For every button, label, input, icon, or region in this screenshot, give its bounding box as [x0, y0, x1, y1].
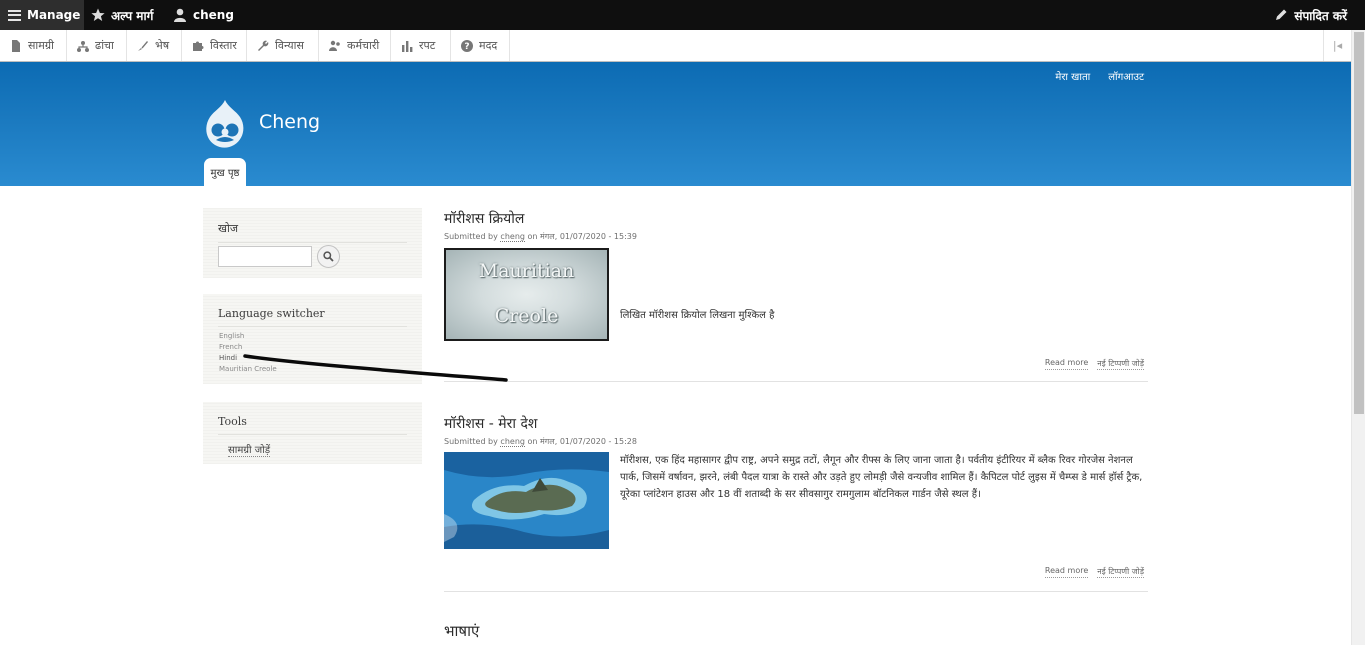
tray-label: मदद [479, 39, 498, 52]
image-text-line-2: Creole [494, 305, 559, 327]
tray-orientation-toggle[interactable]: |◂ [1323, 30, 1351, 61]
article-title[interactable]: मॉरीशस क्रियोल [444, 209, 1148, 228]
user-icon [174, 8, 186, 22]
article-body: लिखित मॉरीशस क्रियोल लिखना मुश्किल है [620, 310, 775, 321]
divider [444, 381, 1148, 382]
image-text-line-1: Mauritian [478, 260, 575, 282]
island-photo [444, 452, 609, 549]
tray-item-structure[interactable]: ढांचा [67, 30, 127, 61]
submitted-label: Submitted by [444, 232, 498, 241]
search-button[interactable] [317, 245, 340, 268]
add-comment-link[interactable]: नई टिप्पणी जोड़ें [1097, 566, 1144, 578]
tray-item-reports[interactable]: रपट [391, 30, 451, 61]
shortcuts-tab[interactable]: अल्प मार्ग [91, 0, 153, 30]
add-content-link[interactable]: सामग्री जोड़ें [228, 442, 271, 457]
article-image[interactable] [444, 452, 609, 549]
star-icon [91, 8, 105, 21]
tools-block-title: Tools [218, 402, 407, 435]
tray-item-appearance[interactable]: भेष [127, 30, 182, 61]
search-input[interactable] [218, 246, 312, 267]
tray-item-people[interactable]: कर्मचारी [319, 30, 391, 61]
language-link-mauritian-creole[interactable]: Mauritian Creole [219, 364, 277, 375]
collapse-icon: |◂ [1332, 39, 1343, 52]
tray-item-extend[interactable]: विस्तार [182, 30, 247, 61]
read-more-link[interactable]: Read more [1044, 566, 1089, 578]
user-label: cheng [193, 8, 234, 22]
article-image[interactable]: Mauritian Creole [444, 248, 609, 341]
search-icon [323, 251, 334, 262]
page-scrollbar[interactable] [1351, 30, 1365, 645]
bar-chart-icon [402, 40, 413, 52]
add-comment-link[interactable]: नई टिप्पणी जोड़ें [1097, 358, 1144, 370]
tray-label: विस्तार [210, 39, 237, 52]
manage-tab[interactable]: Manage [0, 0, 84, 30]
my-account-link[interactable]: मेरा खाता [1055, 69, 1090, 83]
language-link-french[interactable]: French [219, 342, 277, 353]
site-name[interactable]: Cheng [259, 111, 320, 133]
tray-label: भेष [155, 39, 170, 52]
tray-label: विन्यास [275, 39, 304, 52]
article-links: Read more नई टिप्पणी जोड़ें [1044, 566, 1144, 578]
tray-item-help[interactable]: ? मदद [451, 30, 510, 61]
language-link-english[interactable]: English [219, 331, 277, 342]
wrench-icon [258, 40, 269, 51]
article-title[interactable]: मॉरीशस - मेरा देश [444, 414, 1148, 433]
help-icon: ? [461, 39, 473, 52]
site-header: मेरा खाता लॉगआउट Cheng मुख पृष्ठ [0, 62, 1351, 186]
edit-toggle[interactable]: संपादित करें [1274, 0, 1347, 30]
submitted-label: Submitted by [444, 437, 498, 446]
user-tab[interactable]: cheng [173, 0, 234, 30]
secondary-menu: मेरा खाता लॉगआउट [1055, 69, 1144, 83]
article-date: on मंगल, 01/07/2020 - 15:39 [527, 232, 637, 241]
article-body: मॉरीशस, एक हिंद महासागर द्वीप राष्ट्र, अ… [620, 455, 1143, 500]
read-more-link[interactable]: Read more [1044, 358, 1089, 370]
languages-heading[interactable]: भाषाएं [444, 621, 479, 641]
article-meta: Submitted by cheng on मंगल, 01/07/2020 -… [444, 436, 1148, 447]
svg-text:?: ? [464, 42, 469, 52]
tray-item-content[interactable]: सामग्री [0, 30, 67, 61]
article-meta: Submitted by cheng on मंगल, 01/07/2020 -… [444, 231, 1148, 242]
puzzle-icon [193, 41, 204, 51]
search-block: खोज [203, 208, 422, 278]
paintbrush-icon [138, 40, 148, 51]
language-link-hindi[interactable]: Hindi [219, 353, 277, 364]
file-icon [12, 39, 20, 52]
pencil-icon [1276, 9, 1287, 20]
language-switcher-block: Language switcher English French Hindi M… [203, 294, 422, 384]
shortcuts-label: अल्प मार्ग [111, 8, 154, 23]
scrollbar-thumb[interactable] [1354, 32, 1364, 414]
tab-home[interactable]: मुख पृष्ठ [204, 158, 246, 186]
people-icon [329, 40, 340, 51]
tray-item-configuration[interactable]: विन्यास [247, 30, 319, 61]
search-block-title: खोज [218, 208, 407, 243]
tray-label: सामग्री [28, 39, 54, 52]
drupal-logo[interactable] [203, 99, 247, 149]
article-links: Read more नई टिप्पणी जोड़ें [1044, 358, 1144, 370]
admin-tray: सामग्री ढांचा भेष विस्तार विन्यास कर्मचा… [0, 30, 1351, 62]
tray-label: ढांचा [95, 39, 114, 52]
tray-label: रपट [419, 39, 436, 52]
language-switcher-title: Language switcher [218, 294, 407, 327]
edit-label: संपादित करें [1294, 8, 1347, 23]
menu-icon [8, 9, 21, 21]
article-date: on मंगल, 01/07/2020 - 15:28 [527, 437, 637, 446]
author-link[interactable]: cheng [500, 232, 525, 242]
divider [444, 591, 1148, 592]
logout-link[interactable]: लॉगआउट [1108, 69, 1144, 83]
manage-label: Manage [27, 8, 81, 22]
author-link[interactable]: cheng [500, 437, 525, 447]
article-teaser: मॉरीशस क्रियोल Submitted by cheng on मंग… [444, 209, 1148, 382]
article-teaser: मॉरीशस - मेरा देश Submitted by cheng on … [444, 414, 1148, 592]
language-list: English French Hindi Mauritian Creole [219, 331, 277, 375]
structure-icon [77, 40, 89, 52]
admin-toolbar: Manage अल्प मार्ग cheng संपादित करें [0, 0, 1365, 30]
tray-label: कर्मचारी [347, 39, 380, 52]
tools-block: Tools सामग्री जोड़ें [203, 402, 422, 464]
